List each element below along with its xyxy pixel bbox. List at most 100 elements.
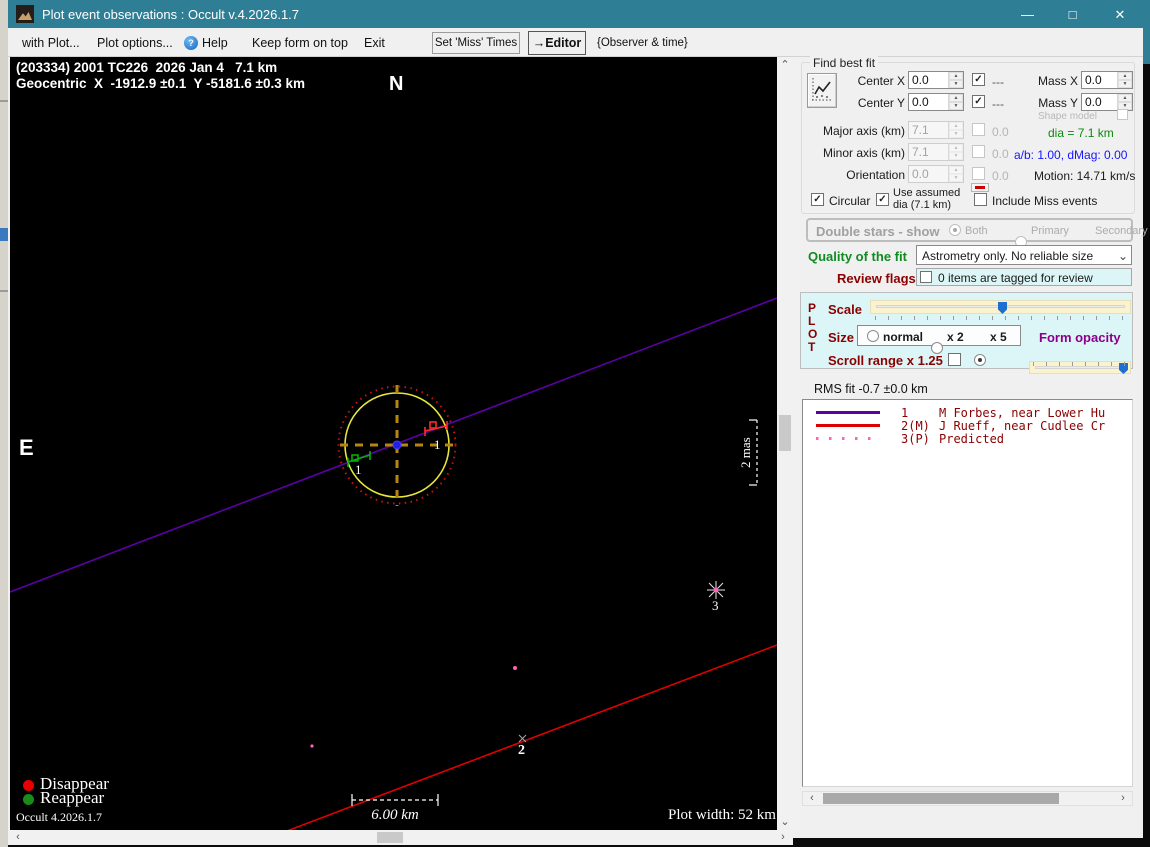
maximize-button[interactable]: □ <box>1050 0 1095 28</box>
include-miss-checkbox[interactable] <box>974 193 987 206</box>
orientation-checkbox <box>972 167 985 180</box>
scroll-range-checkbox[interactable] <box>948 353 961 366</box>
center-x-value[interactable]: 0.0 <box>909 72 948 88</box>
plot-vscrollbar[interactable]: ⌃ ⌄ <box>777 57 793 830</box>
center-y-checkbox[interactable]: ✓ <box>972 95 985 108</box>
scroll-up-arrow[interactable]: ⌃ <box>777 57 793 73</box>
use-assumed-checkbox[interactable]: ✓ <box>876 193 889 206</box>
major-axis-spinner[interactable]: 7.1 ▲ ▼ <box>908 121 964 139</box>
observer-time-label: {Observer & time} <box>597 37 688 49</box>
center-y-value[interactable]: 0.0 <box>909 94 948 110</box>
plot-area[interactable]: 1 1 2 3 (203334) 2001 TC226 2026 Jan 4 7… <box>10 57 777 830</box>
vscroll-thumb[interactable] <box>779 415 791 451</box>
quality-dropdown[interactable]: Astrometry only. No reliable size ⌄ <box>916 245 1132 265</box>
check-icon: ✓ <box>813 193 822 205</box>
hscroll-thumb[interactable] <box>377 832 403 843</box>
menu-keep-on-top[interactable]: Keep form on top <box>252 36 348 50</box>
scroll-right-arrow[interactable]: › <box>775 830 791 845</box>
mass-x-value[interactable]: 0.0 <box>1082 72 1117 88</box>
reappear-marker-label: 1 <box>355 462 362 477</box>
major-axis-flag: 0.0 <box>992 125 1009 139</box>
size-radio-group: normal x 2 x 5 <box>857 325 1021 366</box>
center-y-down[interactable]: ▼ <box>949 102 963 110</box>
menu-bar: with Plot... Plot options... ? Help Keep… <box>8 28 1143 57</box>
center-x-flag: --- <box>992 75 1004 89</box>
minor-axis-spinner[interactable]: 7.1 ▲ ▼ <box>908 143 964 161</box>
reappear-legend-label: Reappear <box>40 788 105 807</box>
app-icon <box>16 5 34 23</box>
menu-help[interactable]: Help <box>202 36 228 50</box>
background-window-sliver <box>0 0 8 847</box>
include-miss-label: Include Miss events <box>992 194 1098 208</box>
shape-model-label: Shape model <box>1038 111 1097 122</box>
center-x-spinner[interactable]: 0.0 ▲ ▼ <box>908 71 964 89</box>
km-scale-bar <box>351 794 439 806</box>
size-normal-radio[interactable] <box>867 330 879 342</box>
scroll-left-arrow[interactable]: ‹ <box>10 830 26 845</box>
minimize-button[interactable]: — <box>1005 0 1050 28</box>
mass-x-up[interactable]: ▲ <box>1118 72 1132 80</box>
orientation-spinner[interactable]: 0.0 ▲ ▼ <box>908 165 964 183</box>
set-miss-times-button[interactable]: Set 'Miss' Times <box>432 32 520 54</box>
orientation-up: ▲ <box>949 166 963 174</box>
chord-legend-list[interactable]: 1 M Forbes, near Lower Hu 2(M) J Rueff, … <box>802 399 1133 787</box>
legend-row[interactable]: 1 M Forbes, near Lower Hu <box>803 406 1132 420</box>
legend-row[interactable]: 2(M) J Rueff, near Cudlee Cr <box>803 419 1132 433</box>
menu-plot-options[interactable]: Plot options... <box>97 36 173 50</box>
size-normal-label: normal <box>883 330 924 344</box>
scroll-down-arrow[interactable]: ⌄ <box>777 814 793 830</box>
legend-hscroll-thumb[interactable] <box>823 793 1059 804</box>
circular-checkbox[interactable]: ✓ <box>811 193 824 206</box>
center-x-down[interactable]: ▼ <box>949 80 963 88</box>
editor-button[interactable]: →Editor <box>528 31 586 55</box>
review-flags-checkbox[interactable] <box>920 271 932 283</box>
find-best-fit-title: Find best fit <box>810 56 879 70</box>
shape-model-checkbox[interactable] <box>1117 109 1128 120</box>
plot-header-line1: (203334) 2001 TC226 2026 Jan 4 7.1 km <box>16 60 278 75</box>
dropdown-chevron-icon[interactable]: ⌄ <box>1115 248 1131 264</box>
mass-x-down[interactable]: ▼ <box>1118 80 1132 88</box>
check-icon: ✓ <box>974 73 983 85</box>
mass-x-spinner[interactable]: 0.0 ▲ ▼ <box>1081 71 1133 89</box>
size-label: Size <box>828 330 855 345</box>
minor-up: ▲ <box>949 144 963 152</box>
mass-y-label: Mass Y <box>1038 96 1078 110</box>
east-label: E <box>19 435 34 460</box>
size-x5-radio[interactable] <box>974 354 986 366</box>
legend-num: 1 <box>901 406 909 420</box>
scale-slider-thumb[interactable] <box>998 302 1007 314</box>
reappear-legend-dot <box>23 794 34 805</box>
predicted-swatch <box>816 437 880 440</box>
close-icon: ✕ <box>1114 6 1126 22</box>
minor-axis-flag: 0.0 <box>992 147 1009 161</box>
center-y-spinner[interactable]: 0.0 ▲ ▼ <box>908 93 964 111</box>
scroll-right-icon: › <box>781 831 785 843</box>
mass-y-value[interactable]: 0.0 <box>1082 94 1117 110</box>
mass-y-up[interactable]: ▲ <box>1118 94 1132 102</box>
legend-hscrollbar[interactable]: ‹ › <box>802 791 1133 806</box>
predicted-dot <box>513 666 517 670</box>
center-y-up[interactable]: ▲ <box>949 94 963 102</box>
menu-exit[interactable]: Exit <box>364 36 385 50</box>
orientation-value: 0.0 <box>912 167 929 181</box>
plot-canvas: 1 1 2 3 <box>10 297 777 830</box>
fit-graph-button[interactable] <box>807 73 837 108</box>
app-icon-mountain <box>18 12 32 20</box>
chord-color-button[interactable] <box>971 183 989 192</box>
scale-slider[interactable] <box>870 300 1131 314</box>
scale-bar-label: 6.00 km <box>371 807 419 823</box>
motion-label: Motion: 14.71 km/s <box>1034 169 1136 183</box>
legend-scroll-left[interactable]: ‹ <box>805 792 819 805</box>
legend-scroll-right[interactable]: › <box>1116 792 1130 805</box>
menu-with-plot[interactable]: with Plot... <box>22 36 80 50</box>
minor-down: ▼ <box>949 152 963 160</box>
close-button[interactable]: ✕ <box>1095 0 1145 28</box>
center-dot <box>392 440 402 450</box>
legend-row[interactable]: 3(P) Predicted <box>803 432 1132 446</box>
center-x-up[interactable]: ▲ <box>949 72 963 80</box>
center-x-checkbox[interactable]: ✓ <box>972 73 985 86</box>
double-stars-group: Double stars - show Both Primary Seconda… <box>806 218 1148 260</box>
occult-version-label: Occult 4.2026.1.7 <box>16 810 102 824</box>
review-flags-text: 0 items are tagged for review <box>938 271 1093 285</box>
plot-hscrollbar[interactable]: ‹ › <box>8 830 793 845</box>
